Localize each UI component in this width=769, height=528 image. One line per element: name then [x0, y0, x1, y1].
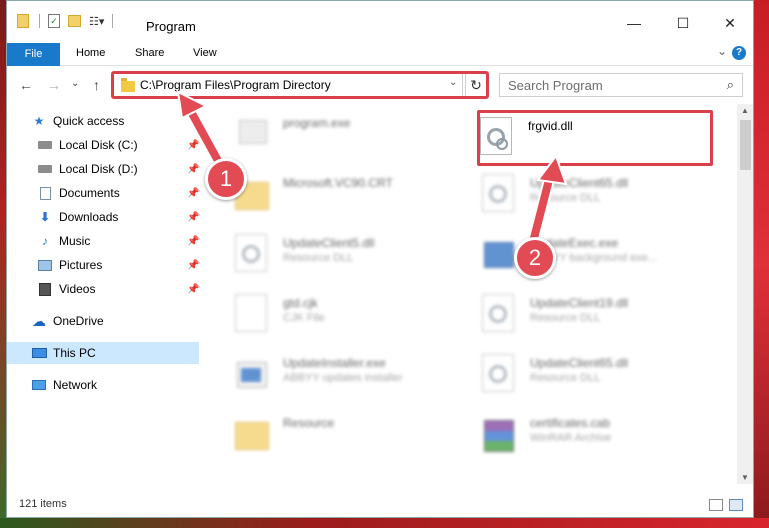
arrow-2: [527, 153, 568, 248]
callout-badge-1: 1: [205, 158, 247, 200]
callout-arrows: [176, 90, 568, 248]
arrow-1: [176, 90, 228, 174]
callout-badge-2: 2: [514, 237, 556, 279]
